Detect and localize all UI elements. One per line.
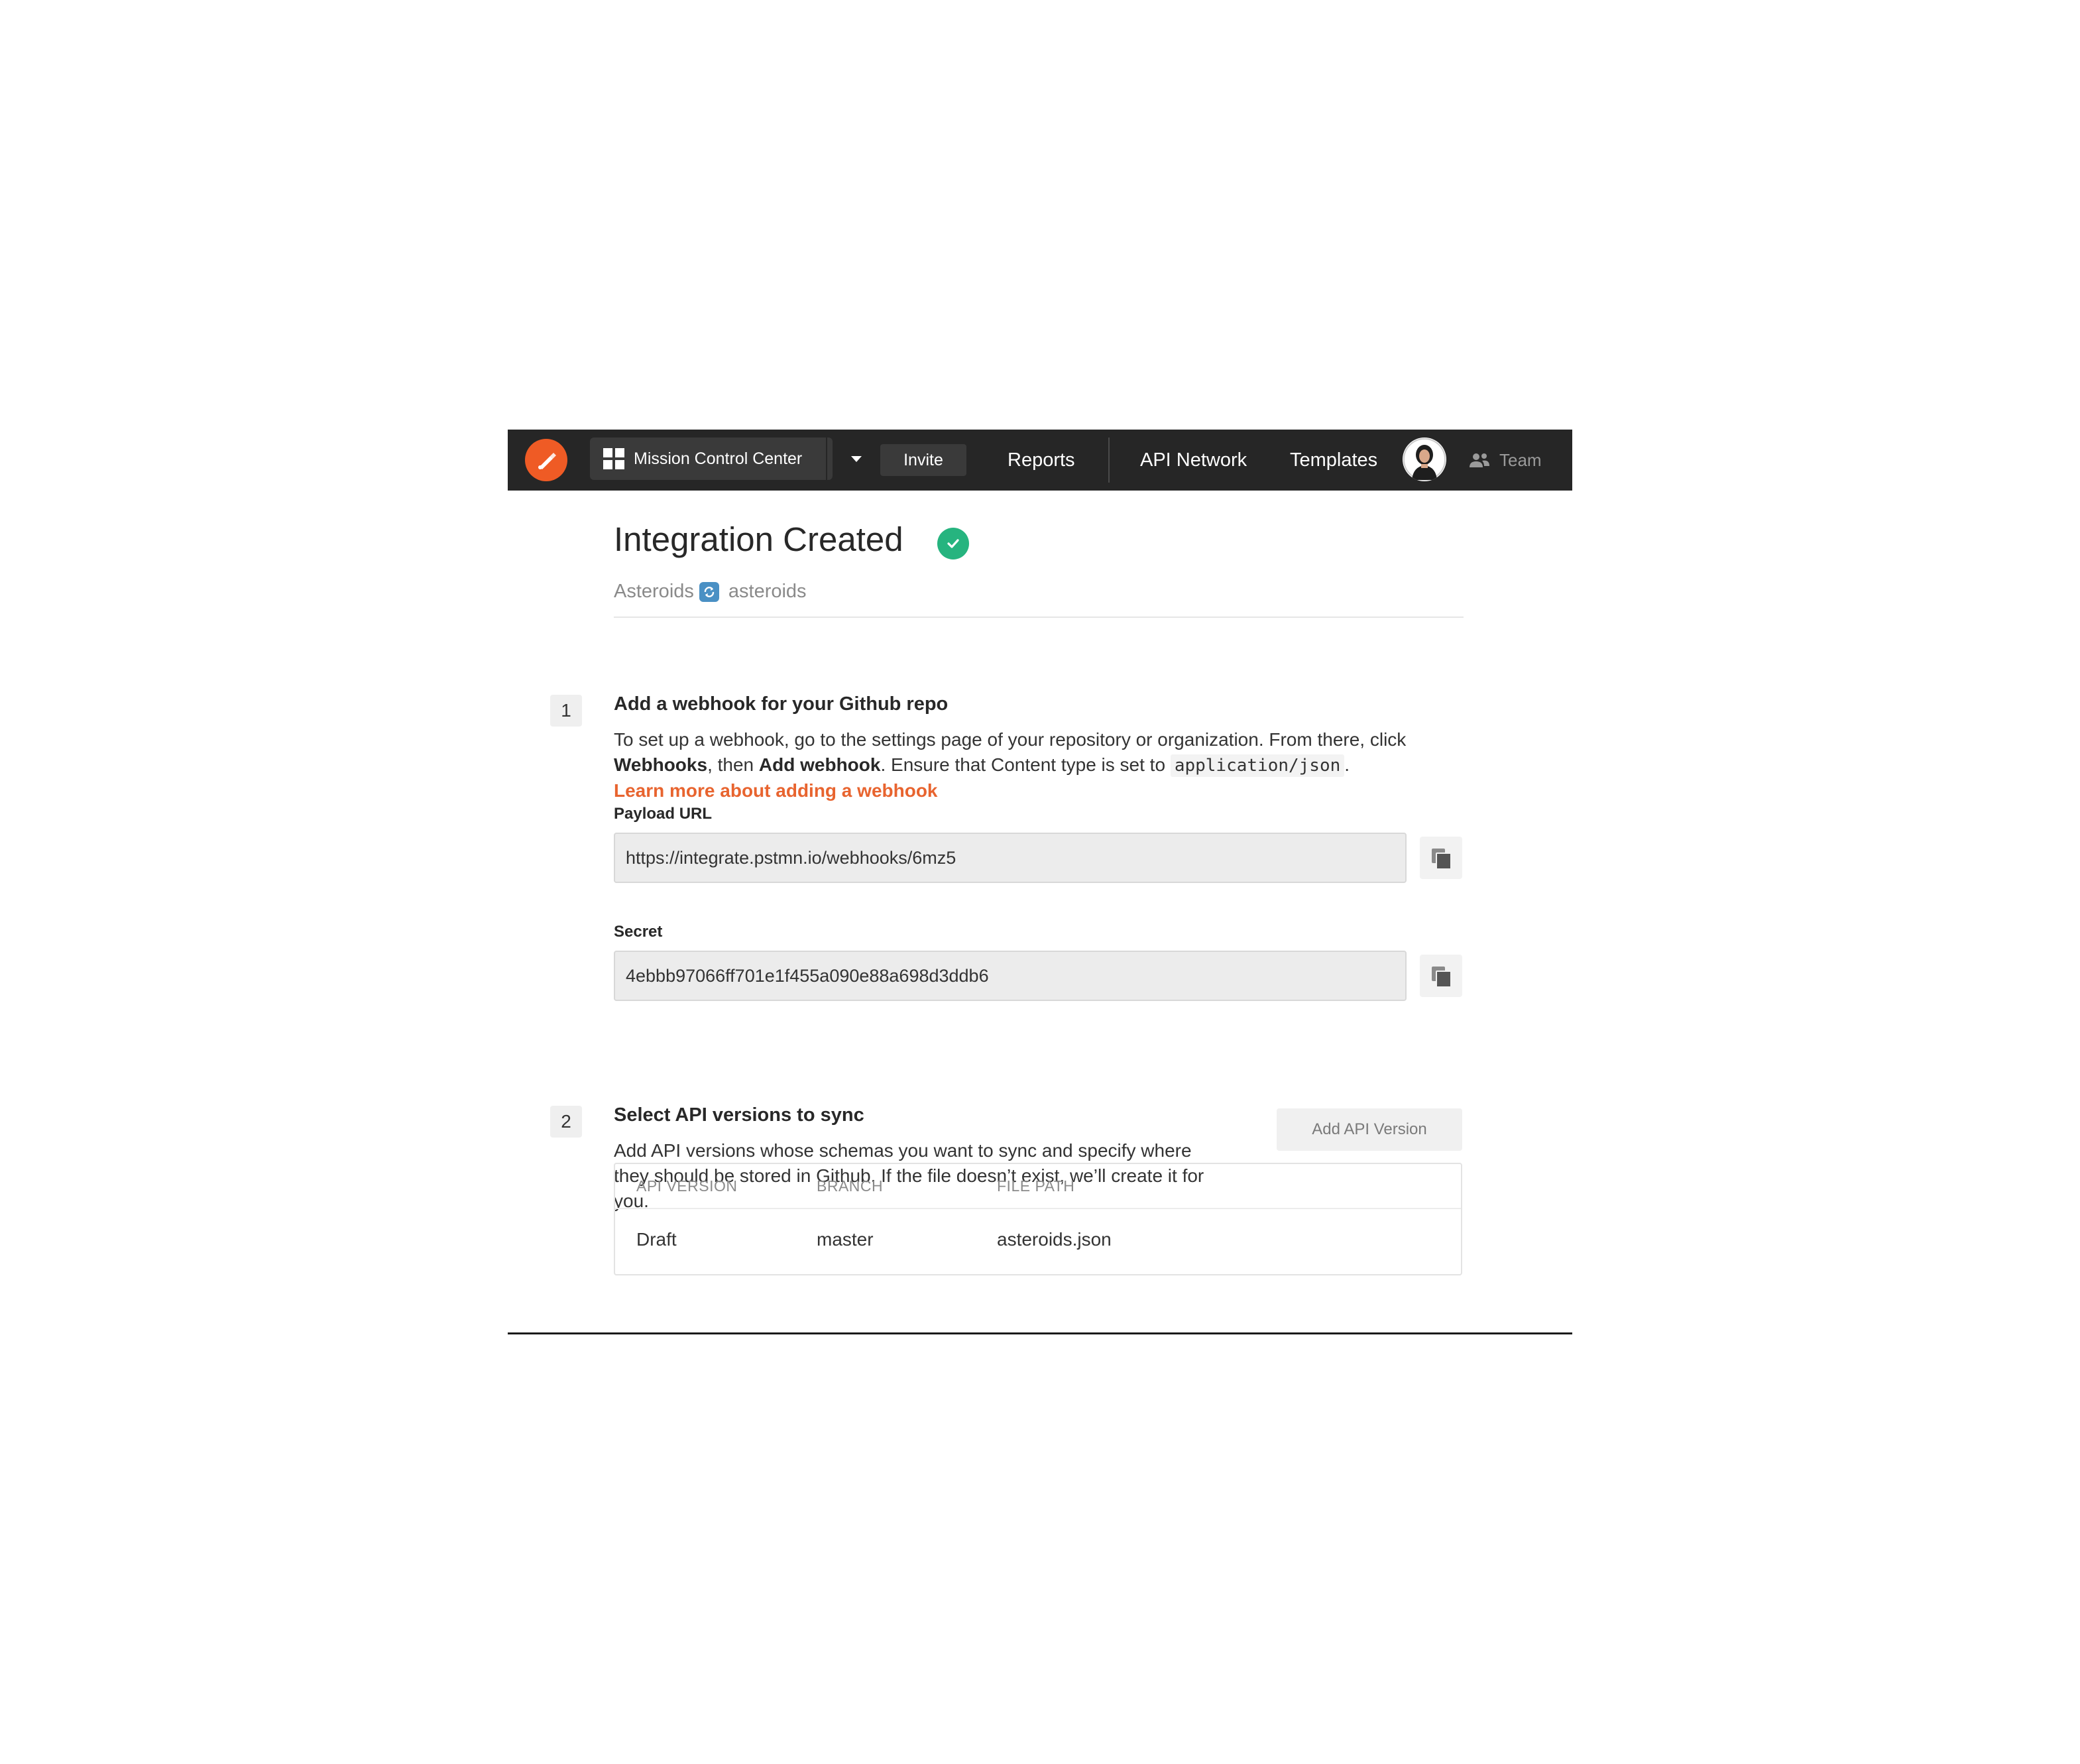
step-number-2: 2 <box>550 1106 582 1138</box>
step-number-1: 1 <box>550 695 582 727</box>
step-1-title: Add a webhook for your Github repo <box>614 693 949 715</box>
instruction-text-d: . <box>1344 754 1350 775</box>
content-type-code: application/json <box>1170 754 1345 777</box>
team-icon <box>1470 453 1489 467</box>
copy-icon <box>1432 967 1452 988</box>
learn-more-link[interactable]: Learn more about adding a webhook <box>614 780 938 801</box>
workspace-dropdown-button[interactable] <box>843 438 870 480</box>
check-circle-icon <box>937 528 969 559</box>
instruction-text-b: , then <box>707 754 759 775</box>
payload-url-field[interactable] <box>614 833 1407 883</box>
secret-field[interactable] <box>614 951 1407 1001</box>
step-2-title: Select API versions to sync <box>614 1104 864 1126</box>
copy-payload-url-button[interactable] <box>1420 837 1462 879</box>
nav-templates[interactable]: Templates <box>1290 430 1377 491</box>
column-header-branch: BRANCH <box>817 1177 884 1195</box>
step-1-instructions: To set up a webhook, go to the settings … <box>614 727 1469 803</box>
invite-button[interactable]: Invite <box>880 444 966 476</box>
header-divider <box>614 617 1464 618</box>
breadcrumb-api[interactable]: Asteroids <box>614 581 694 603</box>
app-window: Mission Control Center Invite Reports AP… <box>508 430 1572 1334</box>
payload-url-label: Payload URL <box>614 805 713 823</box>
copy-icon <box>1432 849 1452 870</box>
add-api-version-button[interactable]: Add API Version <box>1277 1108 1462 1151</box>
column-header-file-path: FILE PATH <box>997 1177 1075 1195</box>
sync-icon <box>699 581 719 602</box>
team-label: Team <box>1499 449 1542 470</box>
instruction-text-c: . Ensure that Content type is set to <box>880 754 1171 775</box>
secret-label: Secret <box>614 923 663 941</box>
cell-api-version[interactable]: Draft <box>636 1229 677 1250</box>
nav-separator <box>1108 438 1110 483</box>
workspace-switcher[interactable]: Mission Control Center <box>590 438 862 480</box>
team-menu[interactable]: Team <box>1469 430 1542 491</box>
workspace-grid-icon <box>603 448 624 469</box>
breadcrumb: Asteroids asteroids <box>614 581 807 603</box>
cell-branch[interactable]: master <box>817 1229 874 1250</box>
table-header-divider <box>615 1208 1461 1209</box>
postman-logo-icon[interactable] <box>525 439 567 481</box>
scroll-fade <box>508 1279 1572 1332</box>
instruction-webhooks: Webhooks <box>614 754 708 775</box>
top-nav-bar: Mission Control Center Invite Reports AP… <box>508 430 1572 491</box>
nav-reports[interactable]: Reports <box>1008 430 1075 491</box>
workspace-divider <box>826 438 827 480</box>
nav-api-network[interactable]: API Network <box>1140 430 1247 491</box>
copy-secret-button[interactable] <box>1420 955 1462 997</box>
instruction-add-webhook: Add webhook <box>758 754 881 775</box>
cell-file-path[interactable]: asteroids.json <box>997 1229 1112 1250</box>
page-title: Integration Created <box>614 520 903 558</box>
instruction-text-a: To set up a webhook, go to the settings … <box>614 729 1407 750</box>
column-header-api-version: API VERSION <box>636 1177 738 1195</box>
chevron-down-icon <box>851 455 862 462</box>
breadcrumb-repo[interactable]: asteroids <box>728 581 807 603</box>
workspace-name: Mission Control Center <box>634 449 803 468</box>
user-avatar[interactable] <box>1403 438 1446 481</box>
api-versions-table: API VERSION BRANCH FILE PATH Draft maste… <box>614 1163 1462 1275</box>
